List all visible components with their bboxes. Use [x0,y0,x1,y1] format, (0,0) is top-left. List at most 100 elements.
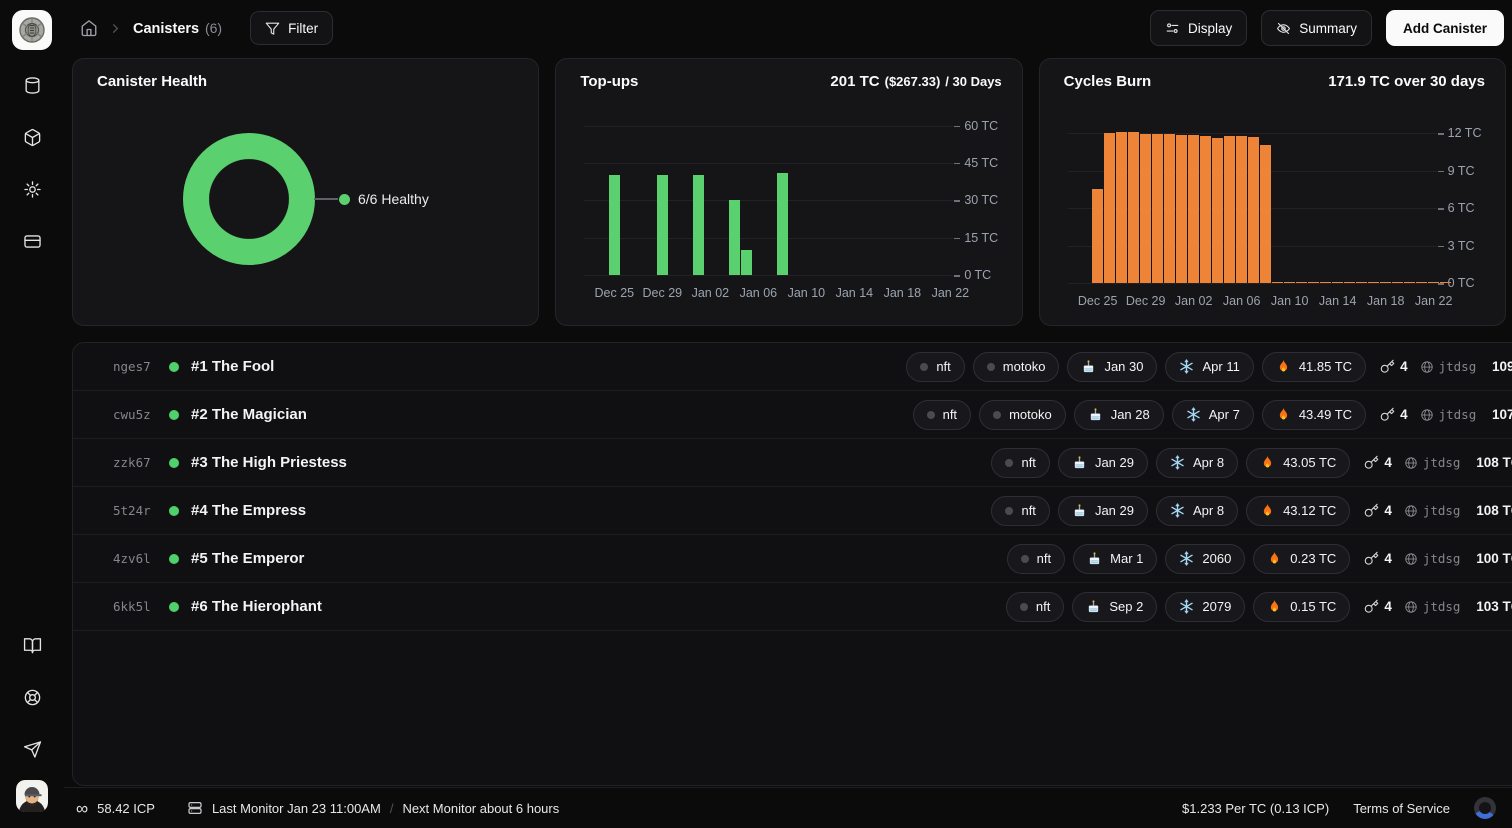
status-widget-icon[interactable] [1474,797,1496,819]
bar-jan-01 [1176,135,1188,283]
bar-jan-04 [1212,138,1224,283]
sidebar-item-modules[interactable] [15,120,49,154]
sidebar-item-docs[interactable] [15,628,49,662]
y-axis-tick-label: 0 TC [1448,276,1475,290]
fire-icon [1267,599,1282,614]
tc-rate: $1.233 Per TC (0.13 ICP) [1182,801,1329,816]
credit-card-icon [23,232,42,251]
snowflake-icon [1170,503,1185,518]
row-details: nft Jan 29 Apr 8 43.12 TC 4 jtdsg108 TC5… [983,496,1512,526]
tag-dot [920,363,928,371]
globe-icon [1404,456,1418,470]
row-details: nft Jan 29 Apr 8 43.05 TC 4 jtdsg108 TC4… [983,448,1512,478]
gridline [584,238,953,239]
topups-usd: ($267.33) [885,74,941,89]
summary-label: Summary [1299,21,1357,36]
page-title: Canisters [133,21,199,37]
last-monitor-text: Last Monitor Jan 23 11:00AM [212,801,381,816]
gear-icon [23,180,42,199]
cycles-balance: 100 TC [1472,551,1512,566]
cycles-balance: 103 TC [1472,599,1512,614]
sidebar-item-feedback[interactable] [15,732,49,766]
bar-jan-02 [1188,135,1200,283]
display-button[interactable]: Display [1150,10,1247,46]
sliders-icon [1165,21,1180,36]
healthy-label: 6/6 Healthy [358,191,429,207]
bar-jan-05 [741,250,752,275]
freeze-date-pill: 2079 [1165,592,1245,622]
table-row[interactable]: nges7#1 The Foolnftmotoko Jan 30 Apr 11 … [73,343,1512,391]
subnet-id: jtdsg [1420,359,1477,374]
key-icon [1364,503,1379,518]
bar-dec-26 [1104,133,1116,283]
terms-of-service-link[interactable]: Terms of Service [1353,801,1450,816]
y-axis-tick-label: 9 TC [1448,164,1475,178]
life-buoy-icon [23,688,42,707]
sidebar-item-billing[interactable] [15,224,49,258]
add-canister-button[interactable]: Add Canister [1386,10,1504,46]
table-row[interactable]: 5t24r #4 The Empress nft Jan 29 Apr 8 43.1… [73,487,1512,535]
user-avatar[interactable] [16,780,48,812]
bar-jan-15 [1344,282,1356,284]
tag-pill-nft: nft [1007,544,1065,574]
canister-id: 5t24r [113,503,155,518]
filter-button[interactable]: Filter [250,11,333,45]
health-status-dot [169,362,179,372]
globe-icon [1404,600,1418,614]
subnet-id: jtdsg [1404,455,1461,470]
bar-dec-30 [1152,134,1164,283]
canister-health-card: Canister Health 6/6 Healthy [72,58,539,326]
app-logo[interactable] [12,10,52,50]
status-bar-left: ∞ 58.42 ICP Last Monitor Jan 23 11:00AM … [76,800,559,817]
icp-balance[interactable]: 58.42 ICP [97,801,155,816]
tag-dot [927,411,935,419]
bar-jan-10 [1284,282,1296,284]
tick-dash [954,163,960,165]
bar-jan-07 [1248,137,1260,283]
bar-dec-29 [657,175,668,275]
sidebar-item-settings[interactable] [15,172,49,206]
summary-cards: Canister Health 6/6 Healthy Top-ups 201 … [64,56,1512,326]
bar-jan-09 [1272,282,1284,284]
sidebar-item-support[interactable] [15,680,49,714]
bar-jan-03 [1200,136,1212,284]
canister-name: #2 The Magician [191,406,307,423]
health-card-title: Canister Health [97,73,207,90]
topup-date-pill: Mar 1 [1073,544,1157,574]
y-axis-tick-label: 3 TC [1448,239,1475,253]
y-axis-tick-label: 12 TC [1448,126,1482,140]
canister-id: cwu5z [113,407,155,422]
health-status-dot [169,458,179,468]
canister-id: 4zv6l [113,551,155,566]
canister-name: #4 The Empress [191,502,306,519]
table-row[interactable]: zzk67#3 The High Priestessnft Jan 29 Apr… [73,439,1512,487]
row-details: nftmotoko Jan 28 Apr 7 43.49 TC 4 jtdsg1… [905,400,1512,430]
display-label: Display [1188,21,1232,36]
freeze-date-pill: Apr 7 [1172,400,1254,430]
cake-icon [1086,599,1101,614]
tick-dash [1438,171,1444,173]
breadcrumb: Canisters (6) [80,19,222,37]
snowflake-icon [1179,599,1194,614]
health-status-dot [169,602,179,612]
topups-period: / 30 Days [945,74,1001,89]
gridline [584,163,953,164]
y-axis-tick-label: 0 TC [964,268,991,282]
funnel-icon [265,21,280,36]
fire-icon [1276,359,1291,374]
table-row[interactable]: 4zv6l#5 The Emperornft Mar 1 2060 0.23 T… [73,535,1512,583]
subnet-id: jtdsg [1404,503,1461,518]
table-row[interactable]: 6kk5l#6 The Hierophantnft Sep 2 2079 0.1… [73,583,1512,631]
canister-id: zzk67 [113,455,155,470]
canister-name: #5 The Emperor [191,550,304,567]
infinity-icon: ∞ [76,800,88,817]
sidebar-item-canisters[interactable] [15,68,49,102]
tag-pill-motoko: motoko [979,400,1066,430]
tag-pill-nft: nft [991,496,1049,526]
globe-icon [1404,504,1418,518]
topup-date-pill: Jan 30 [1067,352,1157,382]
bar-dec-25 [609,175,620,275]
home-icon[interactable] [80,19,98,37]
summary-button[interactable]: Summary [1261,10,1372,46]
table-row[interactable]: cwu5z #2 The Magician nftmotoko Jan 28 Apr… [73,391,1512,439]
